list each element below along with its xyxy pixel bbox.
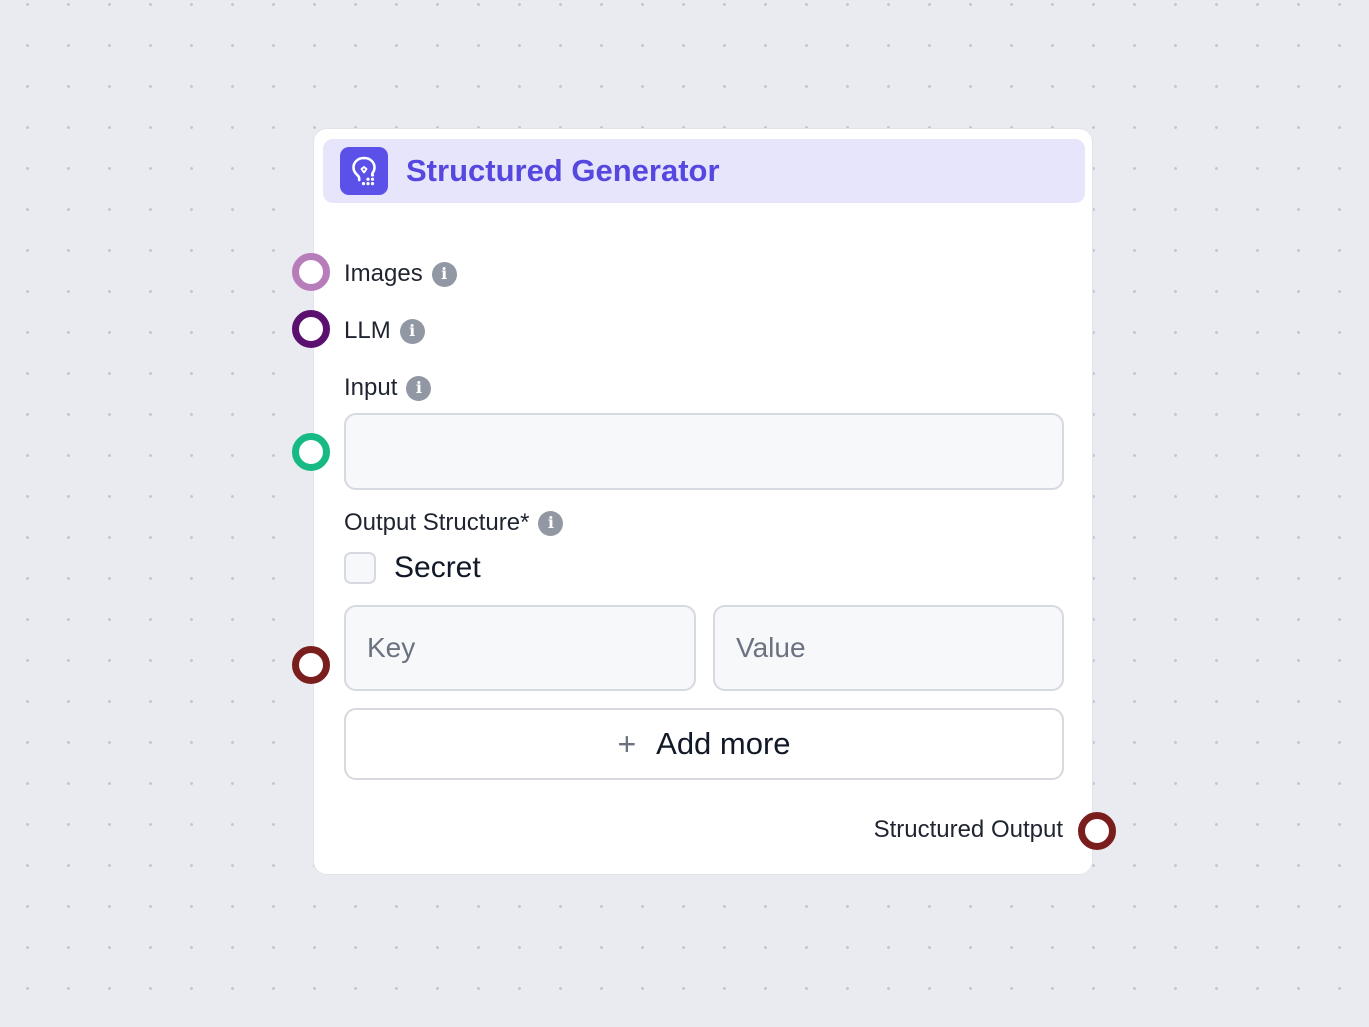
- llm-label: LLM: [344, 317, 391, 344]
- input-field-label: Input i: [344, 372, 432, 404]
- secret-checkbox[interactable]: [344, 552, 376, 584]
- input-field[interactable]: [344, 413, 1064, 490]
- key-input[interactable]: [344, 605, 696, 691]
- llm-field-label: LLM i: [344, 315, 425, 347]
- images-field-label: Images i: [344, 258, 457, 290]
- output-structure-field-label: Output Structure* i: [344, 507, 564, 539]
- info-icon[interactable]: i: [538, 510, 564, 536]
- node-title: Structured Generator: [406, 153, 720, 188]
- structured-generator-node[interactable]: Structured Generator Images i LLM i Inpu…: [292, 128, 1116, 875]
- info-icon[interactable]: i: [399, 318, 425, 344]
- output-structure-input-handle[interactable]: [292, 646, 330, 684]
- output-structure-label: Output Structure*: [344, 509, 530, 536]
- value-input[interactable]: [713, 605, 1064, 691]
- info-icon[interactable]: i: [431, 261, 457, 287]
- node-header[interactable]: Structured Generator: [323, 139, 1085, 203]
- plus-icon: +: [617, 725, 637, 762]
- structured-output-label: Structured Output: [873, 816, 1063, 843]
- structured-output-handle[interactable]: [1078, 812, 1116, 850]
- lightbulb-icon: [340, 147, 388, 195]
- secret-checkbox-label[interactable]: Secret: [394, 549, 481, 587]
- info-icon[interactable]: i: [406, 375, 432, 401]
- input-label: Input: [344, 374, 398, 401]
- structured-output-field-label: Structured Output: [874, 814, 1063, 846]
- llm-input-handle[interactable]: [292, 310, 330, 348]
- add-more-label: Add more: [656, 726, 791, 761]
- images-input-handle[interactable]: [292, 253, 330, 291]
- add-more-button[interactable]: + Add more: [344, 708, 1064, 780]
- input-handle[interactable]: [292, 433, 330, 471]
- images-label: Images: [344, 260, 423, 287]
